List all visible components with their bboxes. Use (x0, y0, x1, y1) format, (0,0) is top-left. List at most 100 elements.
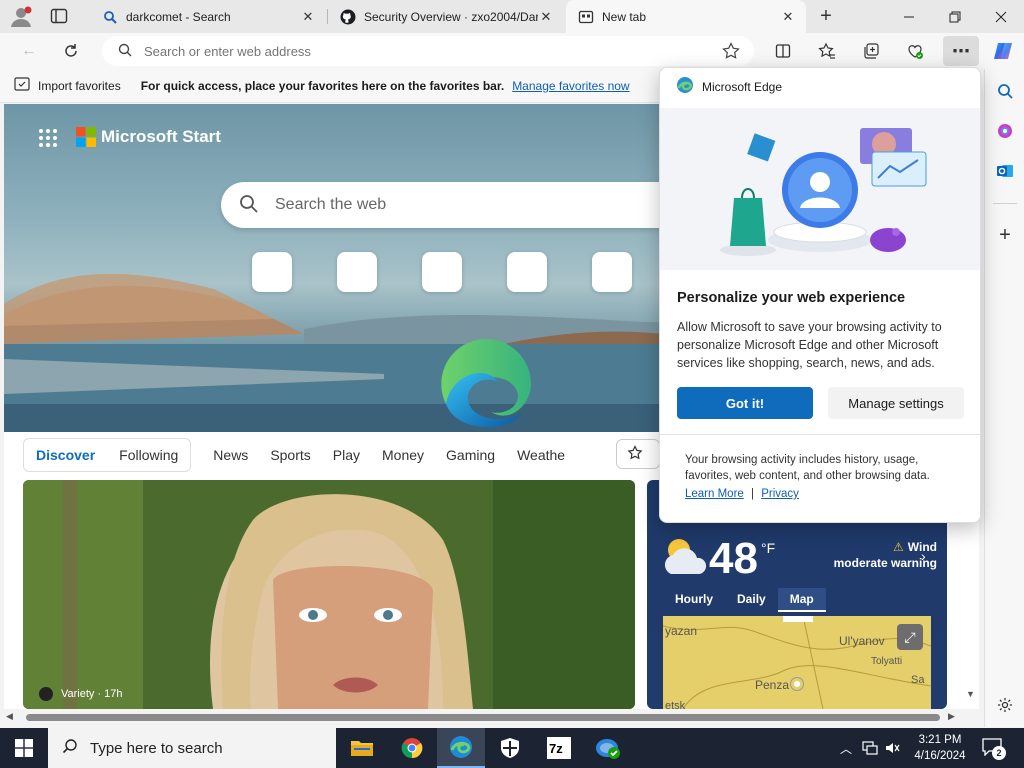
add-sidebar-app-icon[interactable]: + (991, 221, 1019, 249)
popup-footer-text: Your browsing activity includes history,… (685, 454, 930, 482)
microsoft-365-icon[interactable] (991, 117, 1019, 145)
search-icon[interactable] (991, 77, 1019, 105)
tab-search[interactable]: darkcomet - Search ✕ (90, 0, 326, 33)
notifications-icon[interactable]: 2 (982, 738, 1006, 760)
browser-toolbar: ← ⋯ (0, 33, 1024, 69)
warning-icon: ⚠ (893, 540, 904, 554)
taskbar-search-box[interactable]: Type here to search (48, 728, 336, 768)
address-input[interactable] (144, 43, 704, 59)
tab-actions-icon[interactable] (50, 8, 68, 24)
popup-body: Allow Microsoft to save your browsing ac… (677, 320, 942, 370)
quick-link-tile[interactable] (507, 252, 547, 292)
quick-link-tile[interactable] (337, 252, 377, 292)
import-favorites-icon[interactable] (14, 77, 30, 94)
map-label: Ul'yanov (839, 634, 885, 648)
network-icon[interactable] (862, 740, 878, 759)
network-app-icon[interactable] (584, 728, 632, 768)
got-it-button[interactable]: Got it! (677, 387, 813, 419)
file-explorer-icon[interactable] (338, 728, 386, 768)
location-pin-icon (791, 678, 803, 690)
quick-link-tile[interactable] (592, 252, 632, 292)
quick-link-tile[interactable] (252, 252, 292, 292)
category-gaming[interactable]: Gaming (446, 447, 495, 463)
weather-map[interactable]: yazan Ul'yanov Tolyatti Penza Sa etsk ⤢ (663, 616, 931, 709)
tab-following[interactable]: Following (119, 447, 178, 463)
import-favorites-button[interactable]: Import favorites (38, 79, 121, 93)
search-icon (118, 43, 132, 60)
new-tab-button[interactable]: + (814, 5, 838, 27)
personalize-button[interactable] (616, 439, 660, 469)
search-icon (239, 194, 259, 217)
chrome-icon[interactable] (388, 728, 436, 768)
7zip-icon[interactable]: 7z (535, 728, 583, 768)
sidebar-settings-icon[interactable] (991, 691, 1019, 719)
favorites-icon[interactable] (812, 36, 842, 66)
tab-security-overview[interactable]: Security Overview · zxo2004/Dar ✕ (328, 0, 564, 33)
tab-new-tab[interactable]: New tab ✕ (566, 0, 806, 33)
scroll-left-arrow-icon[interactable]: ◀ (6, 711, 13, 722)
edge-logo-icon (676, 76, 694, 97)
learn-more-link[interactable]: Learn More (685, 488, 744, 500)
weather-alert[interactable]: ⚠ Wind moderate warning (807, 540, 937, 570)
favorites-bar-message: For quick access, place your favorites h… (140, 78, 505, 93)
news-source: Variety (61, 688, 95, 700)
category-money[interactable]: Money (382, 447, 424, 463)
web-search-box[interactable]: Search the web (221, 182, 681, 228)
category-news[interactable]: News (213, 447, 248, 463)
volume-muted-icon[interactable] (884, 740, 900, 759)
browser-essentials-icon[interactable] (900, 36, 930, 66)
category-weather[interactable]: Weathe (517, 447, 565, 463)
category-sports[interactable]: Sports (270, 447, 310, 463)
weather-tab-hourly[interactable]: Hourly (663, 588, 725, 612)
collections-icon[interactable] (856, 36, 886, 66)
settings-menu-button[interactable]: ⋯ (943, 36, 979, 66)
quick-link-tile[interactable] (422, 252, 462, 292)
outlook-icon[interactable] (991, 157, 1019, 185)
favorite-star-icon[interactable] (722, 42, 740, 63)
edge-sidebar: + (984, 69, 1024, 727)
feed-tab-group: Discover Following (23, 438, 192, 472)
github-icon (340, 9, 356, 25)
horizontal-scrollbar[interactable]: ◀ ▶ (4, 709, 959, 725)
close-window-button[interactable] (978, 0, 1024, 33)
tab-discover[interactable]: Discover (36, 447, 95, 463)
windows-security-icon[interactable] (486, 728, 534, 768)
search-icon (62, 738, 78, 758)
minimize-button[interactable] (886, 0, 932, 33)
split-screen-icon[interactable] (768, 36, 798, 66)
refresh-button[interactable] (56, 36, 86, 66)
source-label: Variety · 17h (39, 687, 122, 701)
map-label: Tolyatti (871, 656, 903, 667)
scroll-down-arrow-icon[interactable]: ▼ (966, 689, 975, 699)
scroll-right-arrow-icon[interactable]: ▶ (948, 711, 955, 722)
clock[interactable]: 3:21 PM 4/16/2024 (908, 732, 972, 764)
chevron-right-icon[interactable]: › (921, 548, 926, 564)
manage-favorites-link[interactable]: Manage favorites now (512, 79, 629, 93)
edge-taskbar-icon[interactable] (437, 728, 485, 768)
close-tab-icon[interactable]: ✕ (300, 9, 316, 25)
restore-button[interactable] (932, 0, 978, 33)
weather-tab-daily[interactable]: Daily (725, 588, 778, 612)
manage-settings-button[interactable]: Manage settings (828, 387, 964, 419)
brand-title[interactable]: Microsoft Start (101, 127, 221, 147)
back-button[interactable]: ← (14, 36, 44, 66)
map-label: yazan (665, 624, 698, 638)
news-photo-image (23, 480, 635, 709)
close-tab-icon[interactable]: ✕ (538, 9, 554, 25)
show-hidden-icons-icon[interactable]: ︿ (840, 740, 852, 757)
apps-launcher-icon[interactable] (38, 128, 58, 151)
copilot-icon[interactable] (988, 36, 1018, 66)
close-tab-icon[interactable]: ✕ (780, 9, 796, 25)
news-photo-card[interactable]: Variety · 17h (23, 480, 635, 709)
weather-tab-map[interactable]: Map (777, 588, 826, 612)
address-bar[interactable] (102, 36, 754, 66)
tab-label: New tab (602, 9, 647, 24)
clock-time: 3:21 PM (918, 734, 962, 746)
scroll-thumb[interactable] (26, 714, 940, 721)
profile-icon[interactable] (8, 5, 34, 29)
start-button[interactable] (0, 728, 48, 768)
weather-tabs: Hourly Daily Map (663, 588, 826, 612)
category-play[interactable]: Play (333, 447, 360, 463)
privacy-link[interactable]: Privacy (761, 488, 799, 500)
expand-map-icon[interactable]: ⤢ (897, 624, 923, 650)
